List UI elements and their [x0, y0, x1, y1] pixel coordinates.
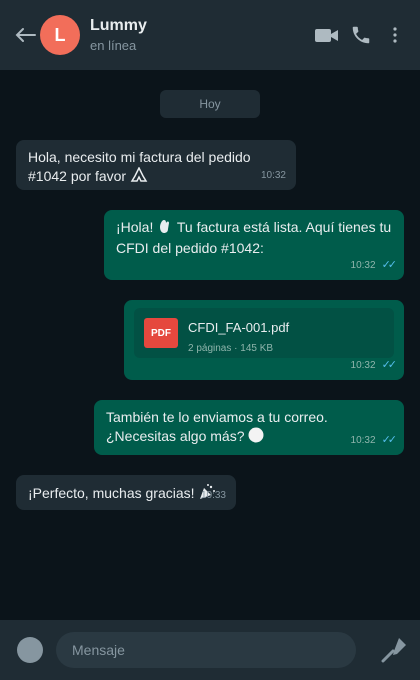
- message-time: 10:32: [350, 435, 376, 446]
- message-outgoing[interactable]: También te lo enviamos a tu correo. ¿Nec…: [94, 400, 404, 455]
- message-time: 10:32: [350, 360, 376, 371]
- read-receipt-icon: ✓✓: [381, 434, 398, 446]
- message-text: También te lo enviamos a tu correo. ¿Nec…: [106, 409, 328, 445]
- message-time: 10:32: [260, 170, 286, 181]
- file-name: CFDI_FA-001.pdf: [188, 320, 290, 335]
- avatar[interactable]: L: [40, 15, 80, 55]
- read-receipt-icon: ✓✓: [381, 259, 398, 271]
- message-incoming[interactable]: ¡Perfecto, muchas gracias! 10:33: [16, 475, 236, 510]
- video-call-icon[interactable]: [314, 22, 340, 48]
- smiling-face-icon: [248, 427, 264, 448]
- date-separator: Hoy: [160, 90, 260, 118]
- phone-icon[interactable]: [348, 22, 374, 48]
- message-time: 10:33: [200, 490, 226, 501]
- arrow-left-icon[interactable]: [10, 27, 40, 43]
- message-incoming[interactable]: Hola, necesito mi factura del pedido #10…: [16, 140, 296, 190]
- message-outgoing[interactable]: ¡Hola! Tu factura está lista. Aquí tiene…: [104, 210, 404, 280]
- emoji-icon[interactable]: [17, 637, 43, 663]
- microphone-icon[interactable]: [378, 634, 410, 666]
- message-input[interactable]: [56, 632, 356, 668]
- contact-name: Lummy: [90, 17, 147, 34]
- file-info: 2 páginas · 145 KB: [188, 343, 274, 354]
- contact-status: en línea: [90, 38, 137, 53]
- message-time: 10:32: [350, 260, 376, 271]
- pdf-attachment[interactable]: PDF CFDI_FA-001.pdf 2 páginas · 145 KB: [134, 308, 394, 358]
- chat-header: L Lummy en línea: [0, 0, 420, 70]
- chat-area: Hoy Hola, necesito mi factura del pedido…: [0, 70, 420, 620]
- waving-hand-icon: [157, 218, 173, 239]
- avatar-letter: L: [54, 24, 66, 45]
- message-file[interactable]: PDF CFDI_FA-001.pdf 2 páginas · 145 KB 1…: [124, 300, 404, 380]
- message-text: ¡Perfecto, muchas gracias!: [28, 485, 195, 502]
- more-options-icon[interactable]: [382, 22, 408, 48]
- read-receipt-icon: ✓✓: [381, 359, 398, 371]
- contact-info[interactable]: Lummy en línea: [90, 17, 314, 53]
- folded-hands-icon: [130, 166, 148, 188]
- message-composer: [0, 620, 420, 680]
- pdf-file-icon: PDF: [144, 318, 178, 348]
- message-text: ¡Hola!: [116, 219, 154, 236]
